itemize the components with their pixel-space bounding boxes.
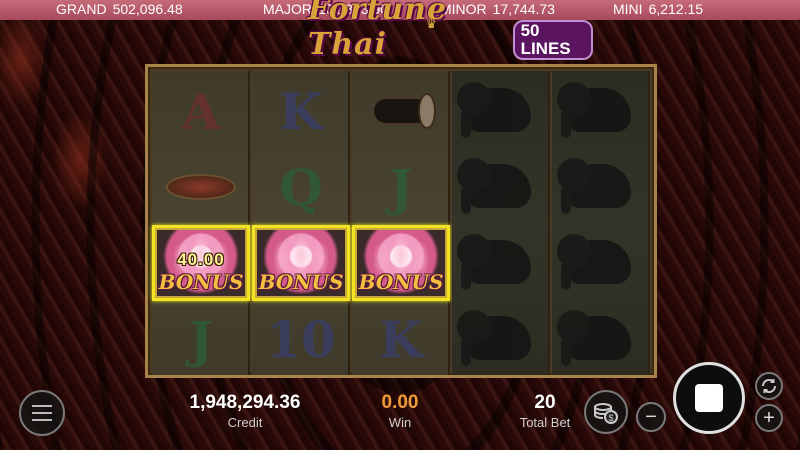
reels-frame: A BONUS 40.00 J K Q BONUS 10 J BONUS K [145, 64, 657, 378]
symbol-label: K [379, 309, 423, 369]
reel-5 [552, 71, 650, 375]
win-value: 0.00 [381, 392, 419, 413]
win-display: 0.00 Win [360, 392, 440, 430]
logo-title: Fortune Thai [308, 0, 448, 62]
decrease-bet-button[interactable]: − [636, 402, 666, 432]
increase-bet-button[interactable]: + [755, 404, 783, 432]
hamburger-icon [32, 405, 52, 407]
elephant-icon [455, 304, 547, 374]
symbol-label: J [189, 309, 213, 369]
reel-4 [452, 71, 550, 375]
drum-symbol [352, 73, 450, 149]
symbol-label: J [389, 157, 413, 217]
bet-coins-button[interactable]: $ [584, 390, 628, 434]
symbol-label: A [181, 81, 221, 141]
elephant-symbol [452, 225, 550, 301]
bonus-symbol: BONUS [252, 225, 350, 301]
bonus-label: BONUS [158, 270, 244, 294]
elephant-icon [455, 152, 547, 222]
spin-stop-button[interactable] [673, 362, 745, 434]
bonus-highlight: BONUS [352, 225, 450, 301]
bonus-highlight: BONUS [252, 225, 350, 301]
elephant-icon [455, 76, 547, 146]
drum-icon [366, 91, 436, 131]
jackpot-label: MAJOR [263, 1, 312, 17]
bonus-symbol: BONUS [352, 225, 450, 301]
symbol-j: J [152, 301, 250, 377]
elephant-symbol [552, 73, 650, 149]
autoplay-icon [761, 378, 777, 394]
elephant-symbol [552, 301, 650, 377]
menu-button[interactable] [19, 390, 65, 436]
jackpot-value: 6,212.15 [648, 1, 704, 17]
symbol-k: K [352, 301, 450, 377]
jackpot-label: MINI [613, 1, 643, 17]
bonus-highlight: BONUS 40.00 [152, 225, 250, 301]
svg-text:$: $ [608, 413, 613, 423]
credit-label: Credit [227, 415, 263, 430]
symbol-10: 10 [252, 301, 350, 377]
elephant-symbol [552, 149, 650, 225]
symbol-j: J [352, 149, 450, 225]
logo-lines-badge: 50 LINES [512, 20, 593, 60]
symbol-q: Q [252, 149, 350, 225]
elephant-icon [455, 228, 547, 298]
symbol-label: 10 [266, 309, 336, 369]
elephant-symbol [552, 225, 650, 301]
stop-icon [695, 384, 723, 412]
game-logo: ♛ Fortune Thai 50 LINES [308, 0, 593, 62]
jackpot-value: 502,096.48 [112, 1, 183, 17]
bet-value: 20 [534, 392, 556, 413]
minus-icon: − [645, 405, 657, 428]
symbol-a: A [152, 73, 250, 149]
line-win-amount: 40.00 [177, 250, 225, 269]
crown-icon: ♛ [426, 17, 437, 31]
reel-3: J BONUS K [352, 71, 450, 375]
bonus-label: BONUS [258, 270, 344, 294]
elephant-symbol [452, 149, 550, 225]
reel-1: A BONUS 40.00 J [152, 71, 250, 375]
bowl-icon [164, 166, 238, 208]
elephant-icon [555, 228, 647, 298]
win-label: Win [388, 415, 412, 430]
bet-display: 20 Total Bet [505, 392, 585, 430]
elephant-icon [555, 304, 647, 374]
jackpot-grand: GRAND 502,096.48 [56, 1, 183, 17]
bowl-symbol [152, 149, 250, 225]
credit-display: 1,948,294.36 Credit [170, 392, 320, 430]
reel-2: K Q BONUS 10 [252, 71, 350, 375]
symbol-label: K [279, 81, 323, 141]
autoplay-button[interactable] [755, 372, 783, 400]
bonus-label: BONUS [358, 270, 444, 294]
symbol-k: K [252, 73, 350, 149]
credit-value: 1,948,294.36 [189, 392, 301, 413]
bonus-symbol: BONUS 40.00 [152, 225, 250, 301]
elephant-icon [555, 76, 647, 146]
elephant-symbol [452, 301, 550, 377]
jackpot-mini: MINI 6,212.15 [613, 1, 703, 17]
plus-icon: + [763, 406, 775, 429]
coins-icon: $ [594, 403, 618, 424]
symbol-label: Q [279, 157, 323, 217]
bet-label: Total Bet [519, 415, 571, 430]
elephant-icon [555, 152, 647, 222]
elephant-symbol [452, 73, 550, 149]
jackpot-label: GRAND [56, 1, 107, 17]
